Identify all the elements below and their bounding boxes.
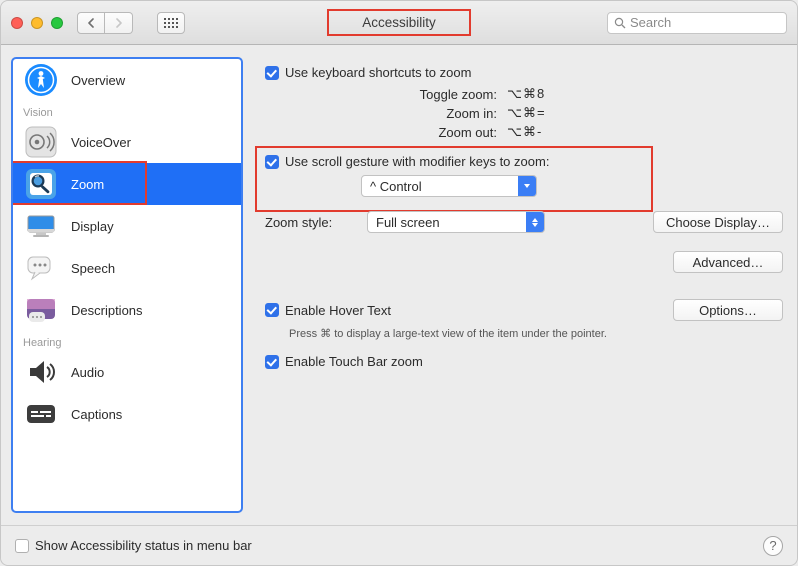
help-icon: ? xyxy=(769,538,776,553)
menubar-status-label: Show Accessibility status in menu bar xyxy=(35,538,252,553)
toggle-zoom-label: Toggle zoom: xyxy=(265,87,497,102)
back-button[interactable] xyxy=(77,12,105,34)
main-panel: Use keyboard shortcuts to zoom Toggle zo… xyxy=(243,57,787,513)
hover-text-label: Enable Hover Text xyxy=(285,303,391,318)
choose-display-label: Choose Display… xyxy=(666,215,770,230)
captions-icon xyxy=(23,396,59,432)
show-all-button[interactable] xyxy=(157,12,185,34)
sidebar-item-speech[interactable]: Speech xyxy=(13,247,241,289)
sidebar-item-label: Display xyxy=(71,219,114,234)
modifier-select[interactable]: ^ Control xyxy=(361,175,537,197)
voiceover-icon xyxy=(23,124,59,160)
use-shortcuts-row: Use keyboard shortcuts to zoom xyxy=(265,65,783,80)
zoom-style-label: Zoom style: xyxy=(265,215,341,230)
hover-text-checkbox[interactable] xyxy=(265,303,279,317)
minimize-icon[interactable] xyxy=(31,17,43,29)
sidebar: Overview Vision VoiceOver Zoom xyxy=(11,57,243,513)
sidebar-item-label: Overview xyxy=(71,73,125,88)
sidebar-item-overview[interactable]: Overview xyxy=(13,59,241,101)
options-button[interactable]: Options… xyxy=(673,299,783,321)
window-controls xyxy=(11,17,63,29)
sidebar-item-voiceover[interactable]: VoiceOver xyxy=(13,121,241,163)
maximize-icon[interactable] xyxy=(51,17,63,29)
grid-icon xyxy=(164,18,178,28)
use-scroll-label: Use scroll gesture with modifier keys to… xyxy=(285,154,549,169)
sidebar-group-hearing: Hearing xyxy=(13,331,241,351)
sidebar-item-captions[interactable]: Captions xyxy=(13,393,241,435)
hover-hint: Press ⌘ to display a large-text view of … xyxy=(289,327,783,340)
search-icon xyxy=(614,17,626,29)
chevron-down-icon xyxy=(518,176,536,196)
zoom-out-keys: ⌥⌘- xyxy=(507,124,542,140)
advanced-label: Advanced… xyxy=(693,255,764,270)
use-shortcuts-checkbox[interactable] xyxy=(265,66,279,80)
zoom-style-row: Zoom style: Full screen Choose Display… xyxy=(265,211,783,233)
overview-icon xyxy=(23,62,59,98)
sidebar-item-audio[interactable]: Audio xyxy=(13,351,241,393)
advanced-button[interactable]: Advanced… xyxy=(673,251,783,273)
titlebar: Accessibility Search xyxy=(1,1,797,45)
use-scroll-checkbox[interactable] xyxy=(265,155,279,169)
advanced-row: Advanced… xyxy=(265,251,783,273)
zoom-style-value: Full screen xyxy=(368,215,526,230)
hover-text-row: Enable Hover Text Options… xyxy=(265,299,783,321)
toggle-zoom-keys: ⌥⌘8 xyxy=(507,86,545,102)
audio-icon xyxy=(23,354,59,390)
menubar-status-checkbox[interactable] xyxy=(15,539,29,553)
sidebar-item-label: Speech xyxy=(71,261,115,276)
zoom-in-label: Zoom in: xyxy=(265,106,497,121)
use-scroll-row: Use scroll gesture with modifier keys to… xyxy=(265,154,783,169)
content: Overview Vision VoiceOver Zoom xyxy=(1,45,797,513)
descriptions-icon xyxy=(23,292,59,328)
display-icon xyxy=(23,208,59,244)
footer: Show Accessibility status in menu bar ? xyxy=(1,525,797,565)
sidebar-item-label: Descriptions xyxy=(71,303,143,318)
touch-bar-row: Enable Touch Bar zoom xyxy=(265,354,783,369)
touch-bar-checkbox[interactable] xyxy=(265,355,279,369)
search-placeholder: Search xyxy=(630,15,671,30)
forward-button[interactable] xyxy=(105,12,133,34)
use-shortcuts-label: Use keyboard shortcuts to zoom xyxy=(285,65,471,80)
sidebar-item-label: VoiceOver xyxy=(71,135,131,150)
speech-icon xyxy=(23,250,59,286)
sidebar-item-descriptions[interactable]: Descriptions xyxy=(13,289,241,331)
zoom-icon xyxy=(23,166,59,202)
sidebar-item-display[interactable]: Display xyxy=(13,205,241,247)
chevron-updown-icon xyxy=(526,212,544,232)
accessibility-window: Accessibility Search Overview Vision Voi… xyxy=(0,0,798,566)
options-label: Options… xyxy=(699,303,757,318)
search-input[interactable]: Search xyxy=(607,12,787,34)
shortcuts-list: Toggle zoom: ⌥⌘8 Zoom in: ⌥⌘= Zoom out: ⌥⌘- xyxy=(265,86,783,140)
sidebar-item-label: Audio xyxy=(71,365,104,380)
choose-display-button[interactable]: Choose Display… xyxy=(653,211,783,233)
sidebar-item-label: Zoom xyxy=(71,177,104,192)
nav-buttons xyxy=(77,12,133,34)
touch-bar-label: Enable Touch Bar zoom xyxy=(285,354,423,369)
sidebar-group-vision: Vision xyxy=(13,101,241,121)
sidebar-item-zoom[interactable]: Zoom xyxy=(13,163,241,205)
zoom-out-label: Zoom out: xyxy=(265,125,497,140)
modifier-value: ^ Control xyxy=(362,179,518,194)
help-button[interactable]: ? xyxy=(763,536,783,556)
zoom-in-keys: ⌥⌘= xyxy=(507,105,546,121)
sidebar-item-label: Captions xyxy=(71,407,122,422)
zoom-style-select[interactable]: Full screen xyxy=(367,211,545,233)
close-icon[interactable] xyxy=(11,17,23,29)
